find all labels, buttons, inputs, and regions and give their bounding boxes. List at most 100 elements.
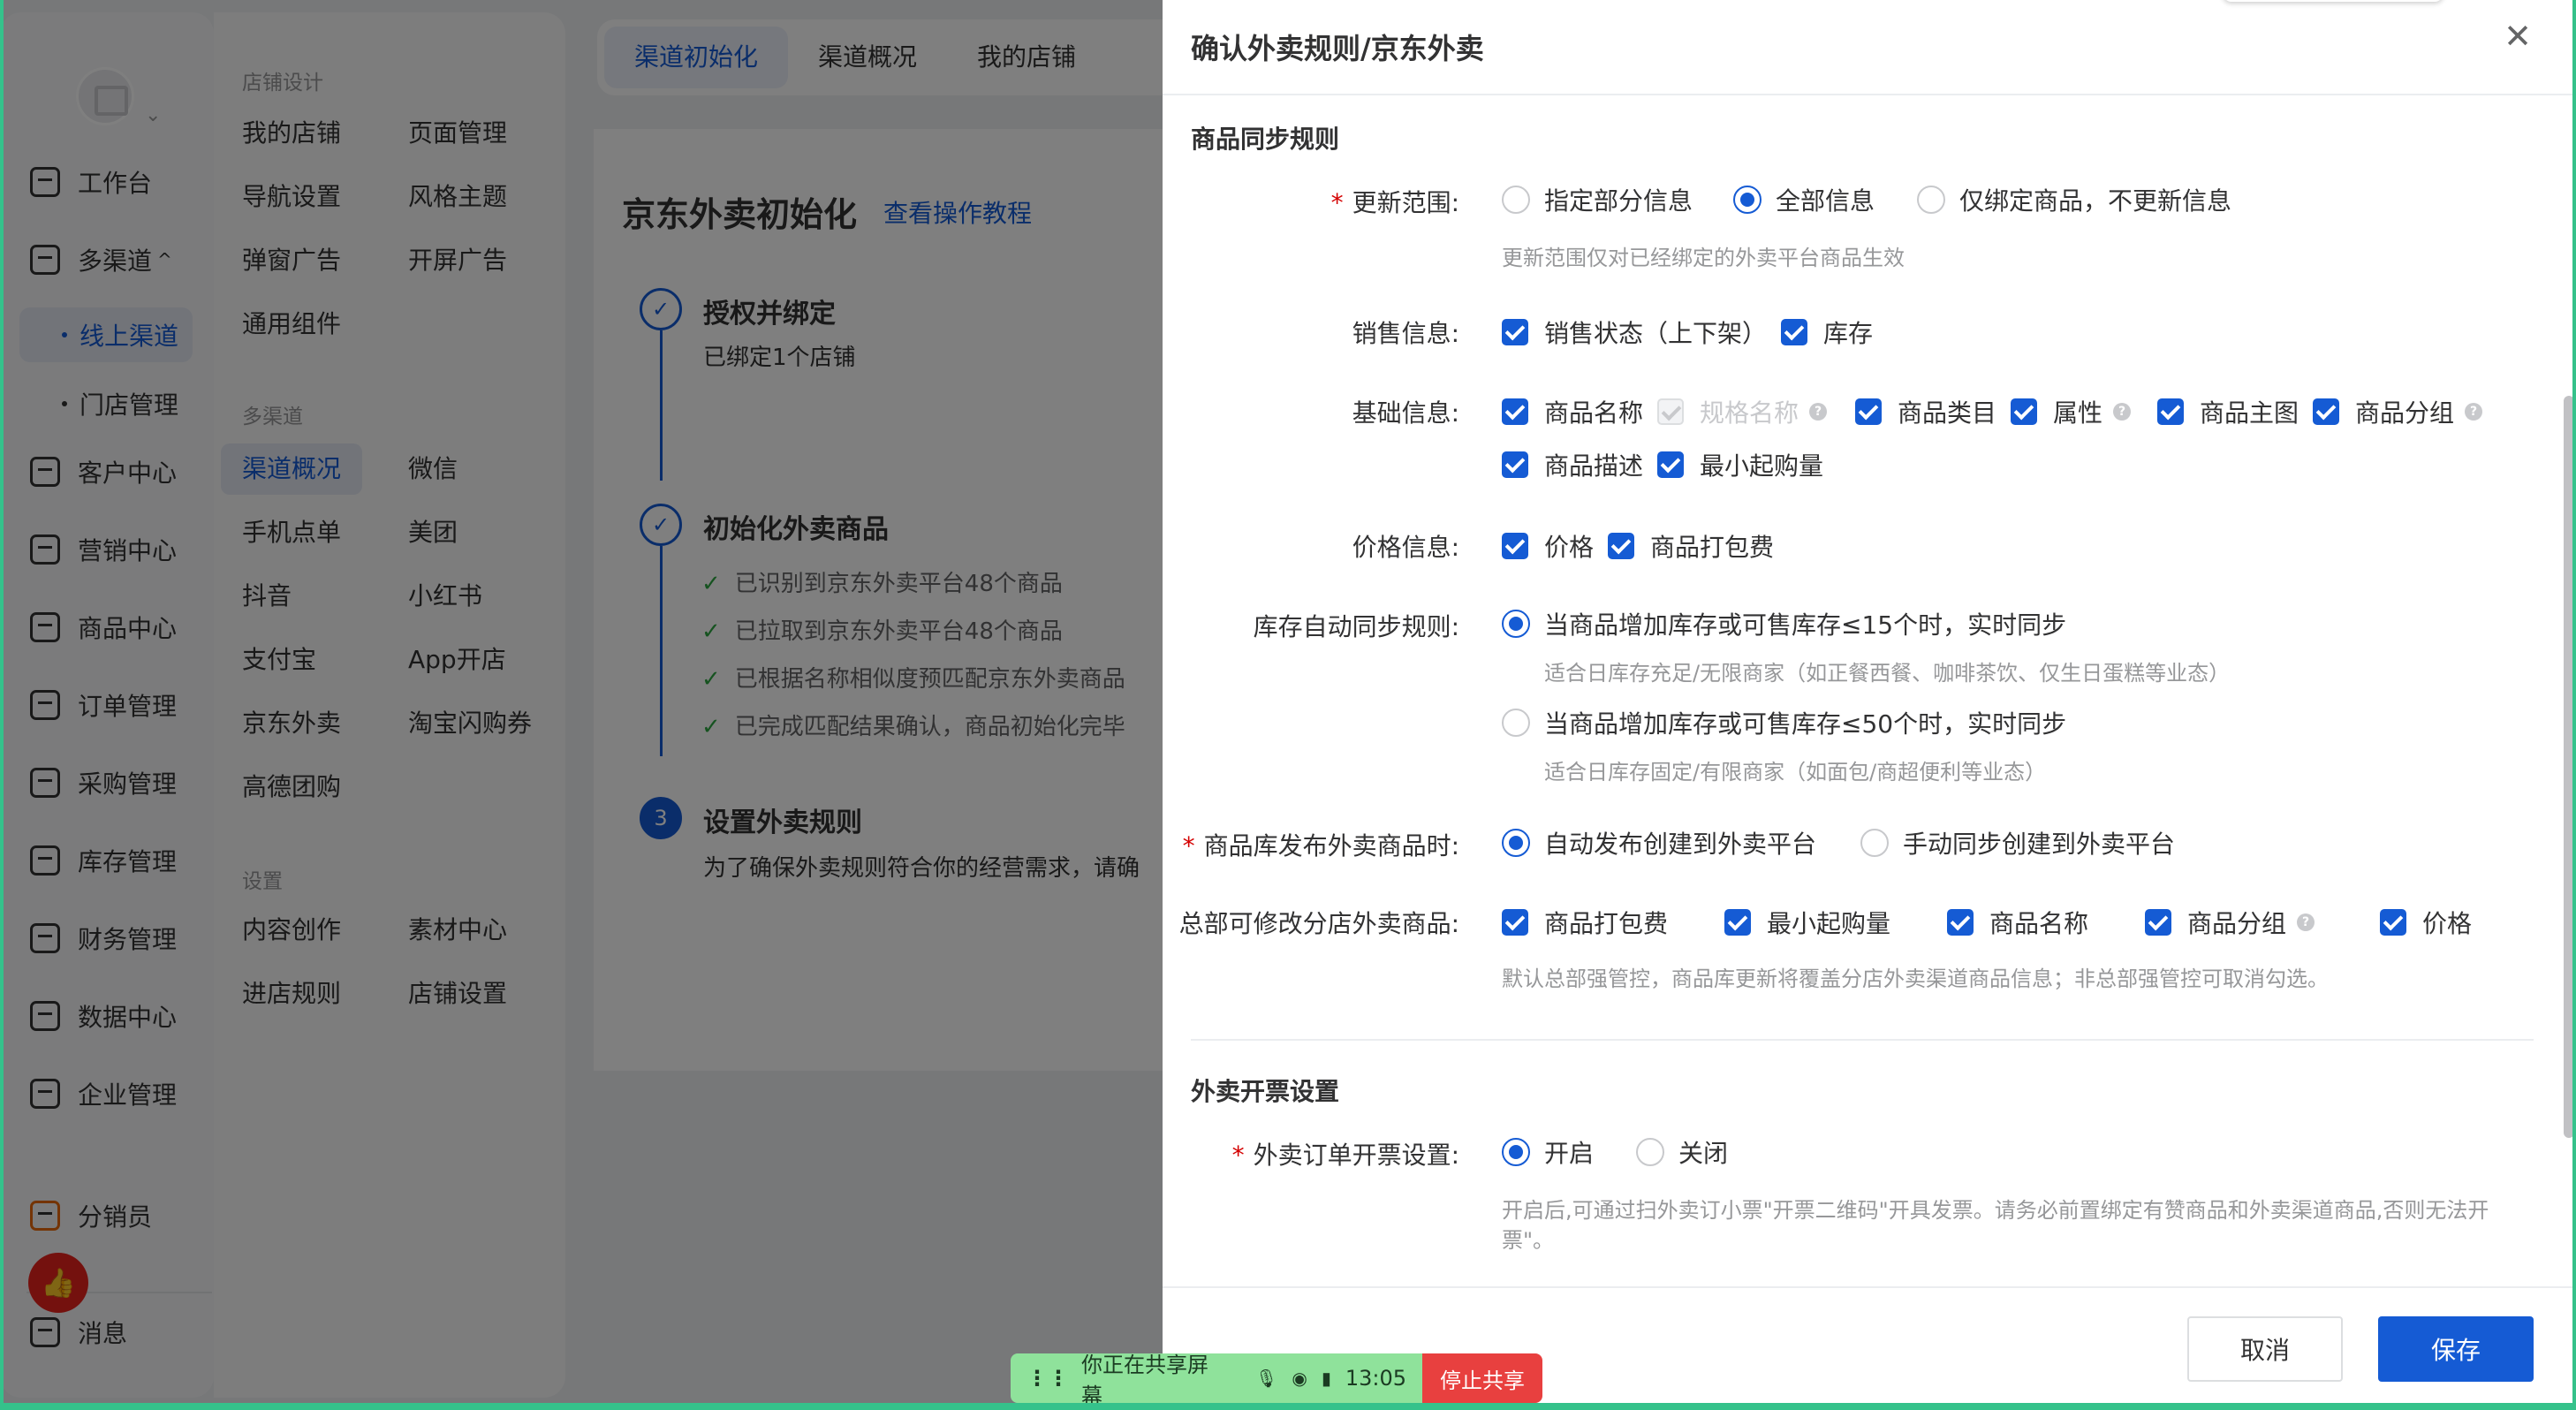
checkbox-checked-icon — [1855, 398, 1882, 425]
radio-manual-publish[interactable]: 手动同步创建到外卖平台 — [1860, 825, 2175, 860]
stop-share-button[interactable]: 停止共享 — [1422, 1353, 1542, 1403]
label-price-info: 价格信息: — [1352, 533, 1459, 562]
checkbox-hq-packing-fee[interactable]: 商品打包费 — [1502, 905, 1668, 940]
divider — [1163, 1286, 2576, 1288]
top-pill — [2223, 0, 2443, 2]
checkbox-checked-icon — [1608, 533, 1634, 559]
option-label: 最小起购量 — [1767, 909, 1891, 938]
checkbox-spec-name: 规格名称? — [1657, 394, 1828, 429]
option-label: 库存 — [1823, 319, 1874, 348]
checkbox-checked-icon — [1781, 319, 1807, 345]
hint-stock-50: 适合日库存固定/有限商家（如面包/商超便利等业态） — [1544, 760, 2047, 785]
checkbox-checked-icon — [2157, 398, 2184, 425]
hint-invoice-line2: 票"。 — [1502, 1228, 1555, 1253]
close-icon[interactable]: ✕ — [2504, 19, 2532, 53]
radio-all-info[interactable]: 全部信息 — [1733, 182, 1875, 217]
radio-partial-info[interactable]: 指定部分信息 — [1502, 182, 1693, 217]
divider — [1191, 1039, 2534, 1041]
checkbox-hq-product-group[interactable]: 商品分组? — [2145, 905, 2315, 940]
option-label: 商品名称 — [1544, 398, 1644, 428]
checkbox-checked-icon — [1657, 451, 1684, 478]
radio-stock-15[interactable]: 当商品增加库存或可售库存≤15个时，实时同步 — [1502, 606, 2066, 641]
checkbox-price[interactable]: 价格 — [1502, 528, 1594, 564]
option-label: 商品分组 — [2187, 909, 2287, 938]
checkbox-packing-fee[interactable]: 商品打包费 — [1608, 528, 1774, 564]
radio-icon — [1917, 186, 1945, 214]
signal-icon: ▮ — [1321, 1368, 1331, 1389]
checkbox-checked-icon — [1502, 398, 1528, 425]
checkbox-hq-product-name[interactable]: 商品名称 — [1947, 905, 2088, 940]
help-icon[interactable]: ? — [2465, 403, 2483, 421]
label-stock-rule: 库存自动同步规则: — [1253, 612, 1459, 641]
checkbox-product-name[interactable]: 商品名称 — [1502, 394, 1643, 429]
checkbox-hq-price[interactable]: 价格 — [2380, 905, 2472, 940]
label-basic-info: 基础信息: — [1352, 398, 1459, 428]
checkbox-description[interactable]: 商品描述 — [1502, 447, 1643, 482]
section-title-sync: 商品同步规则 — [1191, 125, 1340, 154]
checkbox-attribute[interactable]: 属性? — [2011, 394, 2132, 429]
radio-bind-only[interactable]: 仅绑定商品，不更新信息 — [1917, 182, 2231, 217]
checkbox-sale-status[interactable]: 销售状态（上下架） — [1502, 315, 1767, 350]
option-label: 当商品增加库存或可售库存≤15个时，实时同步 — [1544, 610, 2067, 640]
radio-invoice-on[interactable]: 开启 — [1502, 1134, 1594, 1170]
share-frame — [2572, 0, 2576, 1410]
label-text: 商品库发布外卖商品时: — [1203, 831, 1459, 860]
option-label: 仅绑定商品，不更新信息 — [1959, 186, 2232, 216]
checkbox-checked-icon — [1502, 319, 1528, 345]
option-label: 商品打包费 — [1650, 533, 1775, 562]
label-sales-info: 销售信息: — [1352, 319, 1459, 348]
help-icon[interactable]: ? — [2297, 913, 2315, 931]
mic-muted-icon[interactable]: 🎙 — [1255, 1368, 1277, 1389]
radio-icon — [1860, 829, 1889, 857]
option-label: 自动发布创建到外卖平台 — [1544, 830, 1817, 859]
checkbox-min-purchase[interactable]: 最小起购量 — [1657, 447, 1823, 482]
section-title-invoice: 外卖开票设置 — [1191, 1077, 1340, 1106]
save-button[interactable]: 保存 — [2378, 1316, 2534, 1382]
option-label: 当商品增加库存或可售库存≤50个时，实时同步 — [1544, 709, 2067, 739]
checkbox-stock[interactable]: 库存 — [1781, 315, 1873, 350]
checkbox-checked-icon — [2011, 398, 2037, 425]
option-label: 属性 — [2053, 398, 2103, 428]
share-status[interactable]: ⋮⋮ 你正在共享屏幕 🎙 ◉ ▮ 13:05 — [1011, 1353, 1422, 1403]
checkbox-checked-icon — [1724, 909, 1751, 936]
rules-drawer: 确认外卖规则/京东外卖 ✕ 商品同步规则 * 更新范围: 指定部分信息 全部信息 … — [1163, 0, 2576, 1410]
option-label: 开启 — [1544, 1139, 1595, 1168]
radio-checked-icon — [1733, 186, 1762, 214]
radio-stock-50[interactable]: 当商品增加库存或可售库存≤50个时，实时同步 — [1502, 705, 2066, 740]
required-mark: * — [1182, 831, 1195, 860]
radio-invoice-off[interactable]: 关闭 — [1636, 1134, 1728, 1170]
option-label: 商品名称 — [1989, 909, 2089, 938]
option-label: 价格 — [2422, 909, 2473, 938]
option-label: 商品分组 — [2355, 398, 2455, 428]
checkbox-hq-min-purchase[interactable]: 最小起购量 — [1724, 905, 1890, 940]
help-icon[interactable]: ? — [2113, 403, 2132, 421]
checkbox-disabled-icon — [1657, 398, 1684, 425]
label-hq-modify: 总部可修改分店外卖商品: — [1178, 909, 1459, 938]
checkbox-product-group[interactable]: 商品分组? — [2313, 394, 2483, 429]
radio-checked-icon — [1502, 829, 1530, 857]
help-icon[interactable]: ? — [1809, 403, 1828, 421]
option-label: 商品主图 — [2200, 398, 2299, 428]
label-update-scope: * 更新范围: — [1331, 184, 1459, 219]
drag-handle-icon[interactable]: ⋮⋮ — [1027, 1366, 1069, 1391]
hint-hq-modify: 默认总部强管控，商品库更新将覆盖分店外卖渠道商品信息；非总部强管控可取消勾选。 — [1502, 967, 2329, 991]
checkbox-checked-icon — [1502, 909, 1528, 936]
record-icon: ◉ — [1292, 1368, 1307, 1389]
share-time: 13:05 — [1345, 1366, 1406, 1391]
modal-overlay[interactable] — [0, 0, 1163, 1410]
hint-update-scope: 更新范围仅对已经绑定的外卖平台商品生效 — [1502, 246, 1905, 270]
checkbox-category[interactable]: 商品类目 — [1855, 394, 1996, 429]
screen-share-bar: ⋮⋮ 你正在共享屏幕 🎙 ◉ ▮ 13:05 停止共享 — [1011, 1353, 1542, 1403]
radio-auto-publish[interactable]: 自动发布创建到外卖平台 — [1502, 825, 1816, 860]
option-label: 最小起购量 — [1700, 451, 1824, 481]
option-label: 价格 — [1544, 533, 1595, 562]
checkbox-main-image[interactable]: 商品主图 — [2157, 394, 2299, 429]
option-label: 商品类目 — [1898, 398, 1997, 428]
checkbox-checked-icon — [1502, 451, 1528, 478]
option-label: 商品描述 — [1544, 451, 1644, 481]
option-label: 指定部分信息 — [1544, 186, 1693, 216]
cancel-button[interactable]: 取消 — [2187, 1316, 2343, 1382]
hint-invoice-line1: 开启后,可通过扫外卖订小票"开票二维码"开具发票。请务必前置绑定有赞商品和外卖渠… — [1502, 1198, 2489, 1223]
option-label: 关闭 — [1678, 1139, 1729, 1168]
radio-checked-icon — [1502, 1138, 1530, 1166]
